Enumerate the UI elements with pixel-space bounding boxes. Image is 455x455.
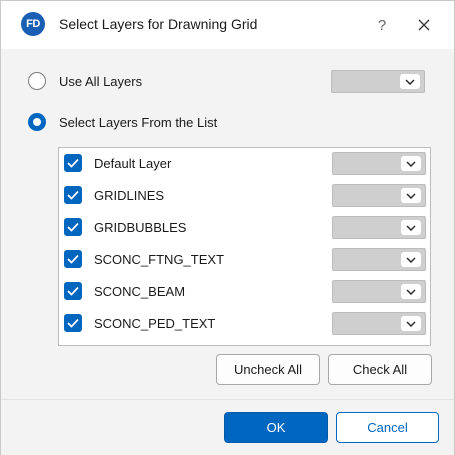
dialog-title: Select Layers for Drawning Grid bbox=[59, 16, 258, 32]
chevron-down-icon bbox=[406, 161, 416, 167]
dropdown-arrow bbox=[400, 74, 420, 89]
layer-dropdown[interactable] bbox=[332, 152, 426, 175]
checkmark-icon bbox=[67, 286, 79, 296]
chevron-down-icon bbox=[406, 321, 416, 327]
chevron-down-icon bbox=[406, 257, 416, 263]
select-from-list-label: Select Layers From the List bbox=[59, 114, 218, 130]
layer-checkbox[interactable] bbox=[64, 154, 82, 172]
layer-name: SCONC_PED_TEXT bbox=[94, 316, 216, 331]
chevron-down-icon bbox=[406, 193, 416, 199]
chevron-down-icon bbox=[405, 79, 415, 85]
dropdown-arrow bbox=[401, 220, 421, 235]
layer-row: Default Layer bbox=[59, 148, 430, 180]
layer-name: SCONC_FTNG_TEXT bbox=[94, 252, 225, 267]
layer-dropdown[interactable] bbox=[332, 312, 426, 335]
use-all-layers-option[interactable]: Use All Layers bbox=[28, 72, 142, 90]
dropdown-arrow bbox=[401, 156, 421, 171]
select-from-list-radio[interactable] bbox=[28, 113, 46, 131]
ok-button[interactable]: OK bbox=[224, 412, 328, 443]
use-all-layers-radio[interactable] bbox=[28, 72, 46, 90]
layer-checkbox[interactable] bbox=[64, 314, 82, 332]
layer-row: SCONC_BEAM bbox=[59, 276, 430, 308]
layer-dropdown[interactable] bbox=[332, 280, 426, 303]
layer-checkbox[interactable] bbox=[64, 186, 82, 204]
layer-dropdown[interactable] bbox=[332, 184, 426, 207]
layer-row: SCONC_FTNG_TEXT bbox=[59, 244, 430, 276]
layer-row: GRIDBUBBLES bbox=[59, 212, 430, 244]
close-icon bbox=[418, 19, 430, 31]
layer-dropdown[interactable] bbox=[332, 248, 426, 271]
help-button[interactable]: ? bbox=[367, 11, 397, 39]
dropdown-arrow bbox=[401, 284, 421, 299]
dialog-window: FD Select Layers for Drawning Grid ? Use… bbox=[0, 0, 455, 455]
dropdown-arrow bbox=[401, 188, 421, 203]
dialog-content: Use All Layers Select Layers From the Li… bbox=[1, 49, 454, 399]
checkmark-icon bbox=[67, 222, 79, 232]
dropdown-arrow bbox=[401, 316, 421, 331]
fd-app-icon: FD bbox=[21, 12, 45, 36]
layer-name: Default Layer bbox=[94, 156, 172, 171]
layer-name: GRIDLINES bbox=[94, 188, 165, 203]
cancel-button[interactable]: Cancel bbox=[336, 412, 439, 443]
checkmark-icon bbox=[67, 158, 79, 168]
layer-checkbox[interactable] bbox=[64, 250, 82, 268]
layer-row: GRIDLINES bbox=[59, 180, 430, 212]
layer-checkbox[interactable] bbox=[64, 218, 82, 236]
uncheck-all-button[interactable]: Uncheck All bbox=[216, 354, 320, 385]
use-all-layers-label: Use All Layers bbox=[59, 73, 143, 89]
all-layers-dropdown[interactable] bbox=[331, 70, 425, 93]
checkmark-icon bbox=[67, 190, 79, 200]
chevron-down-icon bbox=[406, 289, 416, 295]
layer-list[interactable]: Default Layer GRIDLINES GRIDBUBBLES SCON… bbox=[58, 147, 431, 346]
layer-dropdown[interactable] bbox=[332, 216, 426, 239]
checkmark-icon bbox=[67, 254, 79, 264]
dropdown-arrow bbox=[401, 252, 421, 267]
layer-checkbox[interactable] bbox=[64, 282, 82, 300]
close-button[interactable] bbox=[409, 11, 439, 39]
checkmark-icon bbox=[67, 318, 79, 328]
dialog-footer: OK Cancel bbox=[1, 399, 454, 455]
chevron-down-icon bbox=[406, 225, 416, 231]
check-all-button[interactable]: Check All bbox=[328, 354, 432, 385]
layer-row: SCONC_PED_TEXT bbox=[59, 308, 430, 340]
layer-name: SCONC_BEAM bbox=[94, 284, 186, 299]
select-from-list-option[interactable]: Select Layers From the List bbox=[28, 113, 217, 131]
title-bar: FD Select Layers for Drawning Grid ? bbox=[1, 1, 454, 49]
layer-name: GRIDBUBBLES bbox=[94, 220, 187, 235]
